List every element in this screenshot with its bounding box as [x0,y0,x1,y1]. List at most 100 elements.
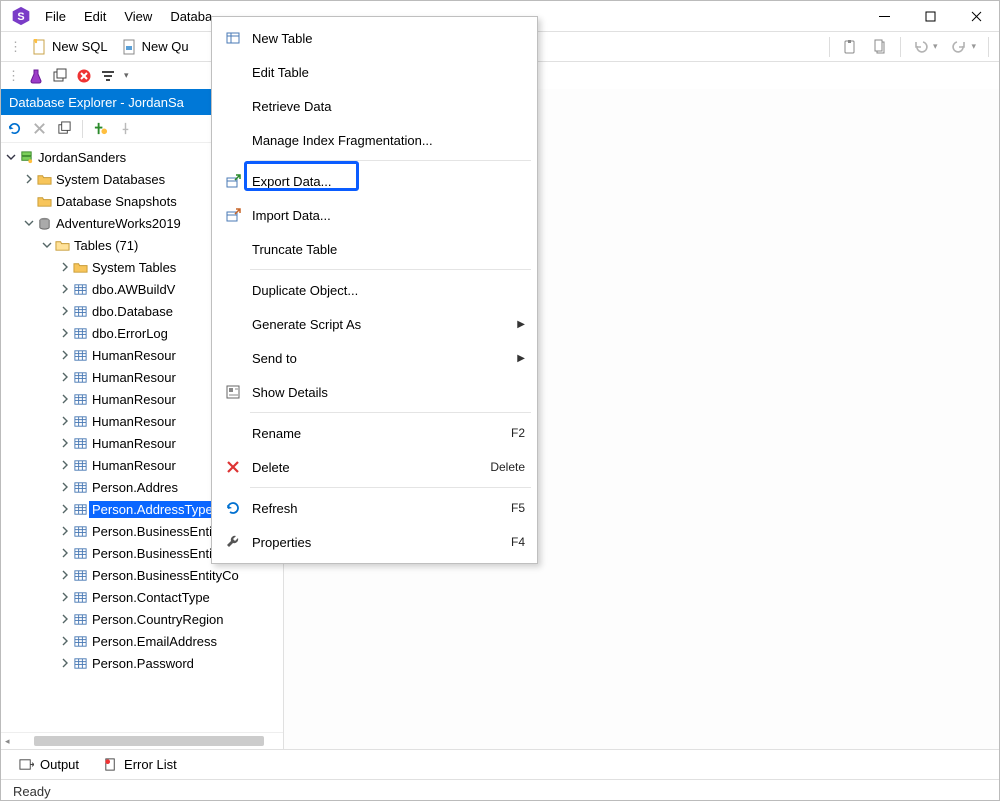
context-menu-label: Edit Table [246,65,525,80]
tree-item-icon [53,238,71,253]
tree-item-label: HumanResour [89,391,179,408]
output-tab[interactable]: Output [19,757,79,772]
tree-item-label: dbo.Database [89,303,176,320]
refresh-icon [220,500,246,516]
context-menu-item[interactable]: Edit Table [212,55,537,89]
context-menu-item[interactable]: New Table [212,21,537,55]
context-menu-item[interactable]: Rename F2 [212,416,537,450]
tree-item-label: Person.EmailAddress [89,633,220,650]
refresh-icon[interactable] [7,121,22,136]
tree-item-label: Person.Addres [89,479,181,496]
tree-item-label: Person.BusinessEntityCo [89,567,242,584]
tree-item-icon [35,194,53,209]
context-menu-label: Delete [246,460,490,475]
context-menu-item[interactable]: Delete Delete [212,450,537,484]
tree-item-label: System Databases [53,171,168,188]
tree-item[interactable]: Person.ContactType [1,586,283,608]
context-menu-item[interactable]: Manage Index Fragmentation... [212,123,537,157]
tree-item-icon [71,524,89,539]
context-menu-item[interactable]: Send to ▶ [212,341,537,375]
context-menu-label: Import Data... [246,208,525,223]
submenu-arrow-icon: ▶ [517,353,525,364]
details-icon [220,384,246,400]
new-query-button[interactable]: New Qu [116,36,195,58]
context-menu-shortcut: Delete [490,460,525,474]
tree-item-icon [17,150,35,165]
context-menu-item[interactable]: Refresh F5 [212,491,537,525]
tree-item-icon [71,326,89,341]
context-menu-label: Rename [246,426,511,441]
export-icon [220,173,246,189]
status-text: Ready [13,784,51,799]
undo-button[interactable]: ▾ [907,36,944,58]
context-menu-shortcut: F5 [511,501,525,515]
tree-item-icon [71,392,89,407]
context-menu-label: Retrieve Data [246,99,525,114]
context-menu-label: Send to [246,351,517,366]
context-menu-item[interactable]: Import Data... [212,198,537,232]
error-icon[interactable] [76,68,92,84]
flask-icon[interactable] [28,68,44,84]
menu-file[interactable]: File [37,5,74,28]
context-menu-label: Show Details [246,385,525,400]
tree-item-label: Tables (71) [71,237,141,254]
context-menu-label: Generate Script As [246,317,517,332]
tree-item-icon [71,458,89,473]
tree-item-label: dbo.ErrorLog [89,325,171,342]
new-sql-button[interactable]: New SQL [26,36,114,58]
context-menu-item[interactable]: Show Details [212,375,537,409]
windows-stack-icon[interactable] [57,121,72,136]
redo-button[interactable]: ▾ [945,36,982,58]
error-list-tab[interactable]: Error List [103,757,177,772]
bottom-tabs: Output Error List [1,749,999,779]
context-menu-item[interactable]: Truncate Table [212,232,537,266]
tree-item-label: Person.AddressType [89,501,216,518]
tree-item-icon [71,546,89,561]
tree-item[interactable]: Person.EmailAddress [1,630,283,652]
tree-item[interactable]: Person.Password [1,652,283,674]
horizontal-scrollbar[interactable]: ◂ [1,732,283,749]
paste-button[interactable] [836,36,864,58]
menu-view[interactable]: View [116,5,160,28]
context-menu-label: Refresh [246,501,511,516]
import-icon [220,207,246,223]
pin-icon[interactable] [118,121,133,136]
tree-item-icon [35,216,53,231]
tree-item-icon [71,304,89,319]
tree-item-label: JordanSanders [35,149,129,166]
wrench-icon [220,534,246,550]
output-icon [19,757,34,772]
add-connection-icon[interactable] [93,121,108,136]
list-filter-icon[interactable] [100,68,116,84]
tree-item-label: HumanResour [89,413,179,430]
tree-item-label: HumanResour [89,369,179,386]
windows-icon[interactable] [52,68,68,84]
context-menu-item[interactable]: Retrieve Data [212,89,537,123]
context-menu-item[interactable]: Generate Script As ▶ [212,307,537,341]
context-menu-item[interactable]: Duplicate Object... [212,273,537,307]
tree-item-icon [71,502,89,517]
submenu-arrow-icon: ▶ [517,319,525,330]
context-menu-label: Duplicate Object... [246,283,525,298]
tree-item-icon [71,590,89,605]
tree-item[interactable]: Person.BusinessEntityCo [1,564,283,586]
delete-x-icon[interactable] [32,121,47,136]
tree-item-label: Person.BusinessEntity [89,523,225,540]
clipboard-button[interactable] [866,36,894,58]
tree-item-icon [71,436,89,451]
context-menu-item[interactable]: Export Data... [212,164,537,198]
context-menu-label: Truncate Table [246,242,525,257]
delete-icon [220,459,246,475]
context-menu-item[interactable]: Properties F4 [212,525,537,559]
tree-item-icon [71,370,89,385]
app-icon: S [11,6,31,26]
menu-edit[interactable]: Edit [76,5,114,28]
tree-item-label: dbo.AWBuildV [89,281,178,298]
maximize-button[interactable] [907,1,953,31]
close-button[interactable] [953,1,999,31]
tree-item-icon [71,414,89,429]
minimize-button[interactable] [861,1,907,31]
tree-item[interactable]: Person.CountryRegion [1,608,283,630]
table-icon [220,30,246,46]
context-menu[interactable]: New Table Edit Table Retrieve Data Manag… [211,16,538,564]
